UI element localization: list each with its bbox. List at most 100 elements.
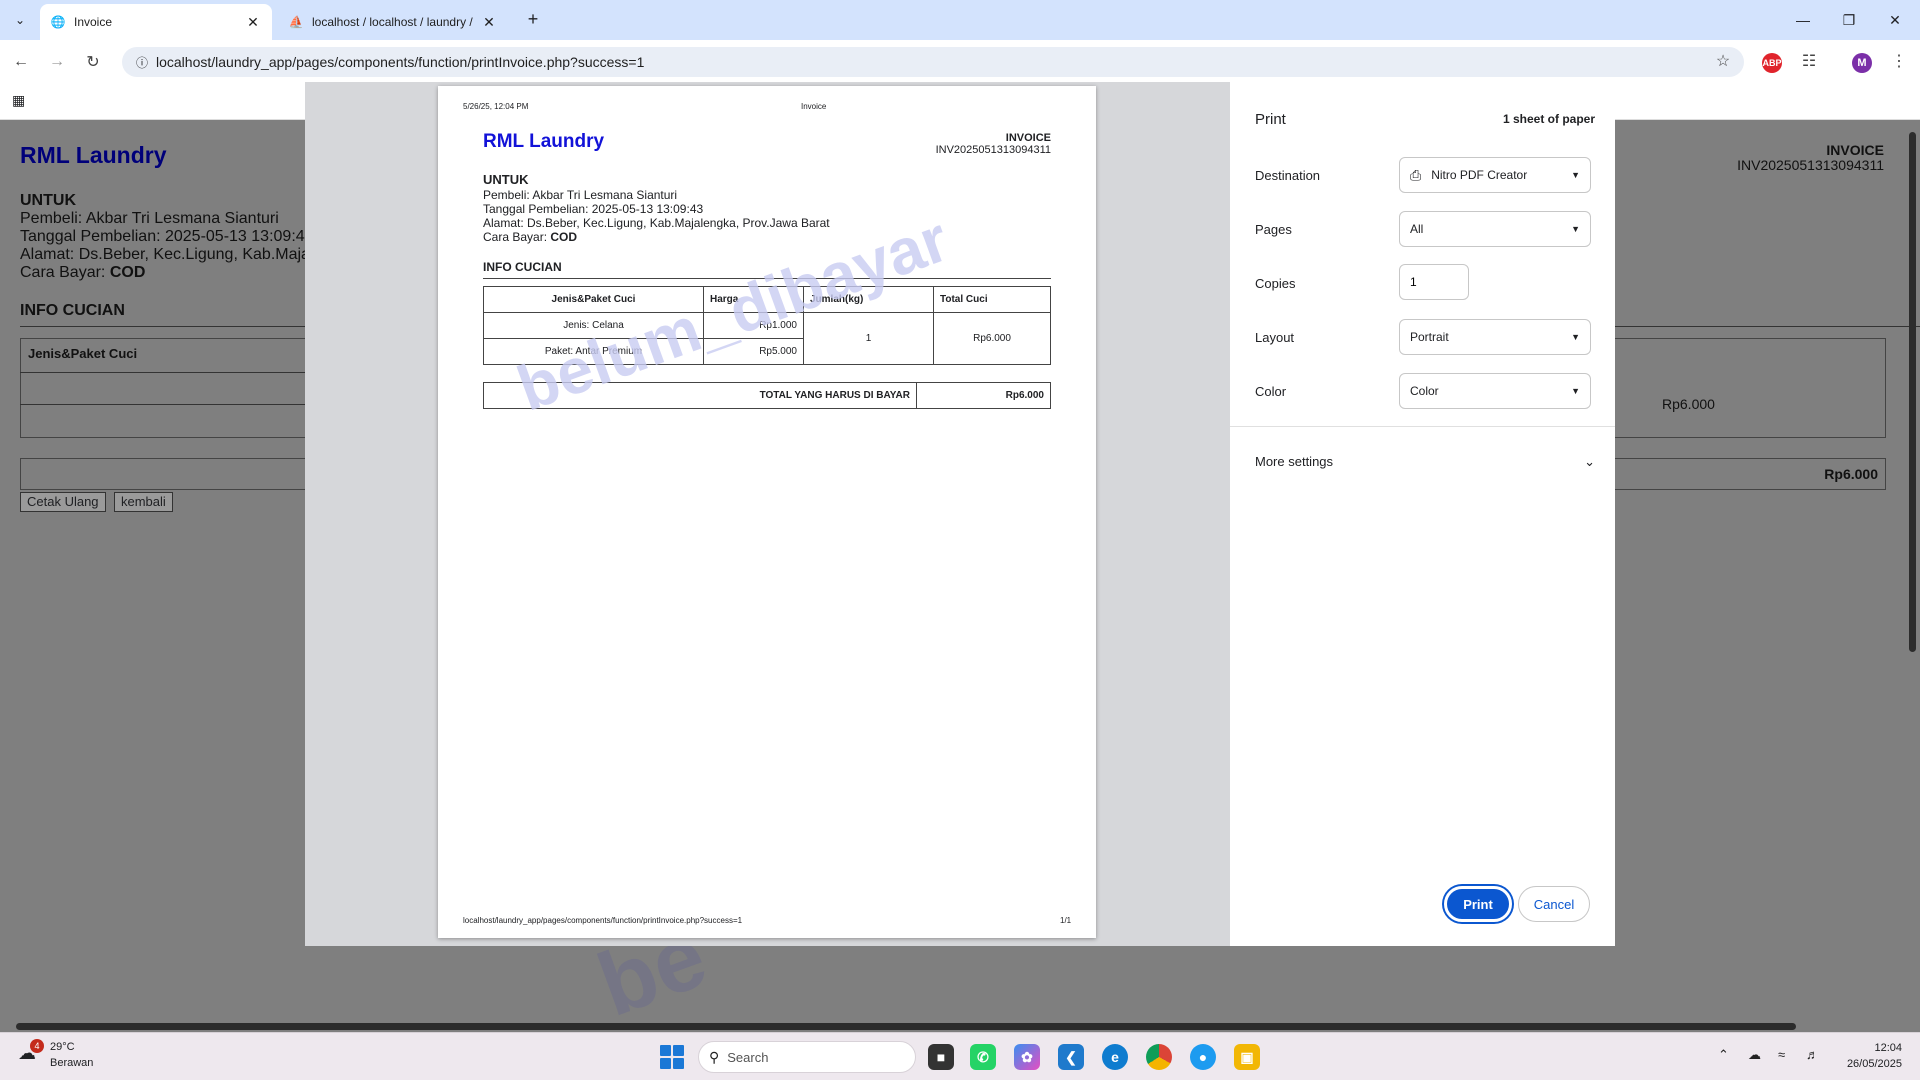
restore-icon[interactable]: ❐	[1826, 0, 1872, 40]
print-header-title: Invoice	[801, 102, 827, 111]
system-clock[interactable]: 12:04 26/05/2025	[1847, 1040, 1902, 1072]
bg-row-line	[20, 404, 305, 405]
quantity-cell: 1	[803, 312, 934, 365]
laundry-info-heading: INFO CUCIAN	[483, 260, 562, 274]
edge-icon[interactable]: e	[1102, 1044, 1128, 1070]
more-settings-toggle[interactable]: More settings ⌄	[1255, 454, 1595, 470]
cloud-icon: ☁ 4	[18, 1039, 44, 1067]
close-tab-icon[interactable]: ✕	[244, 14, 262, 31]
volume-icon[interactable]: ♬	[1806, 1047, 1819, 1062]
wifi-icon[interactable]: ≈	[1778, 1047, 1785, 1062]
print-footer-url: localhost/laundry_app/pages/components/f…	[463, 916, 743, 925]
buyer-address: Alamat: Ds.Beber, Kec.Ligung, Kab.Majale…	[483, 216, 830, 230]
browser-toolbar: ← → ↻ ⓘ ☆ ABP ☷ M ⋮	[0, 40, 1920, 82]
bg-untuk: UNTUK	[20, 192, 76, 209]
search-icon: ⚲	[709, 1048, 720, 1065]
horizontal-scrollbar[interactable]	[0, 1020, 1920, 1032]
tab-title: Invoice	[74, 15, 113, 29]
tab-strip: ⌄ 🌐 Invoice ✕ ⛵ localhost / localhost / …	[0, 0, 1920, 40]
invoice-label: INVOICE	[1005, 132, 1051, 144]
color-select[interactable]: Color ▼	[1399, 373, 1591, 409]
tab-search-chevron-icon[interactable]: ⌄	[6, 8, 34, 32]
taskbar-search[interactable]: ⚲ Search	[698, 1041, 916, 1073]
pages-value: All	[1410, 222, 1424, 236]
buyer-name: Pembeli: Akbar Tri Lesmana Sianturi	[483, 188, 678, 202]
preview-page: 5/26/25, 12:04 PM Invoice RML Laundry IN…	[438, 86, 1096, 938]
invoice-number: INV2025051313094311	[935, 144, 1051, 156]
site-info-icon[interactable]: ⓘ	[128, 54, 156, 71]
clock-time: 12:04	[1874, 1042, 1902, 1054]
dropdown-arrow-icon: ▼	[1571, 332, 1580, 342]
bg-grand-total: Rp6.000	[1824, 466, 1878, 482]
print-settings-panel: Print 1 sheet of paper Destination ⎙ Nit…	[1230, 82, 1615, 946]
print-button[interactable]: Print	[1444, 886, 1512, 922]
new-tab-icon[interactable]: +	[520, 8, 546, 32]
tab-phpmyadmin[interactable]: ⛵ localhost / localhost / laundry / ✕	[278, 4, 508, 40]
copilot-icon[interactable]: ✿	[1014, 1044, 1040, 1070]
address-bar[interactable]: ⓘ	[122, 47, 1744, 77]
invoice-brand: RML Laundry	[483, 131, 605, 152]
phpmyadmin-icon: ⛵	[288, 15, 304, 29]
whatsapp-icon[interactable]: ✆	[970, 1044, 996, 1070]
dropdown-arrow-icon: ▼	[1571, 170, 1580, 180]
recipient-heading: UNTUK	[483, 172, 529, 187]
more-settings-label: More settings	[1255, 454, 1334, 469]
vertical-scrollbar[interactable]	[1906, 120, 1920, 1020]
task-view-icon[interactable]: ■	[928, 1044, 954, 1070]
url-input[interactable]	[156, 54, 1556, 70]
dropdown-arrow-icon: ▼	[1571, 386, 1580, 396]
back-button[interactable]: kembali	[114, 492, 173, 512]
extensions-icon[interactable]: ☷	[1796, 48, 1822, 74]
destination-select[interactable]: ⎙ Nitro PDF Creator ▼	[1399, 157, 1591, 193]
total-cuci-cell: Rp6.000	[933, 312, 1051, 365]
weather-widget[interactable]: ☁ 4 29°C Berawan	[18, 1039, 93, 1071]
chevron-up-icon[interactable]: ⌃	[1718, 1047, 1729, 1063]
pages-select[interactable]: All ▼	[1399, 211, 1591, 247]
page-brand: RML Laundry	[20, 142, 167, 168]
print-footer-page: 1/1	[1060, 916, 1072, 925]
adblock-icon[interactable]: ABP	[1762, 53, 1782, 73]
payment-method: Cara Bayar: COD	[483, 230, 577, 244]
vscode-icon[interactable]: ❮	[1058, 1044, 1084, 1070]
copies-label: Copies	[1255, 276, 1296, 291]
pages-label: Pages	[1255, 222, 1292, 237]
start-windows-icon[interactable]	[660, 1045, 684, 1069]
apps-grid-icon[interactable]: ▦	[12, 92, 25, 109]
back-icon[interactable]: ←	[8, 49, 34, 75]
horizontal-scroll-thumb[interactable]	[16, 1023, 1796, 1030]
layout-select[interactable]: Portrait ▼	[1399, 319, 1591, 355]
copies-input[interactable]	[1399, 264, 1469, 300]
col-header-total: Total Cuci	[933, 286, 1051, 313]
browser-app-icon[interactable]: ●	[1190, 1044, 1216, 1070]
color-value: Color	[1410, 384, 1439, 398]
minimize-icon[interactable]: —	[1780, 0, 1826, 40]
close-tab-icon[interactable]: ✕	[480, 14, 498, 31]
taskbar: ☁ 4 29°C Berawan ⚲ Search ■ ✆ ✿ ❮ e ● ▣ …	[0, 1032, 1920, 1080]
close-window-icon[interactable]: ✕	[1872, 0, 1918, 40]
layout-label: Layout	[1255, 330, 1295, 345]
chrome-icon[interactable]	[1146, 1044, 1172, 1070]
destination-value: Nitro PDF Creator	[1431, 168, 1528, 182]
chevron-down-icon: ⌄	[1584, 454, 1595, 469]
vertical-scroll-thumb[interactable]	[1909, 132, 1916, 652]
bookmark-star-icon[interactable]: ☆	[1710, 48, 1736, 74]
print-preview-area: 5/26/25, 12:04 PM Invoice RML Laundry IN…	[305, 82, 1230, 946]
menu-icon[interactable]: ⋮	[1886, 48, 1912, 74]
file-explorer-icon[interactable]: ▣	[1234, 1044, 1260, 1070]
bg-address: Alamat: Ds.Beber, Kec.Ligung, Kab.Maja	[20, 246, 310, 263]
cloud-sync-icon[interactable]: ☁	[1748, 1047, 1761, 1063]
cancel-button[interactable]: Cancel	[1518, 886, 1590, 922]
profile-avatar[interactable]: M	[1852, 53, 1872, 73]
bg-col-header: Jenis&Paket Cuci	[28, 346, 138, 361]
purchase-date: Tanggal Pembelian: 2025-05-13 13:09:43	[483, 202, 704, 216]
payment-value: COD	[550, 230, 578, 244]
tab-invoice[interactable]: 🌐 Invoice ✕	[40, 4, 272, 40]
reprint-button[interactable]: Cetak Ulang	[20, 492, 106, 512]
tab-title: localhost / localhost / laundry /	[312, 15, 473, 29]
bg-section: INFO CUCIAN	[20, 302, 125, 319]
reload-icon[interactable]: ↻	[80, 49, 106, 75]
color-label: Color	[1255, 384, 1287, 399]
forward-icon[interactable]: →	[44, 49, 70, 75]
temperature: 29°C	[50, 1041, 75, 1053]
bg-date: Tanggal Pembelian: 2025-05-13 13:09:4	[20, 228, 305, 245]
